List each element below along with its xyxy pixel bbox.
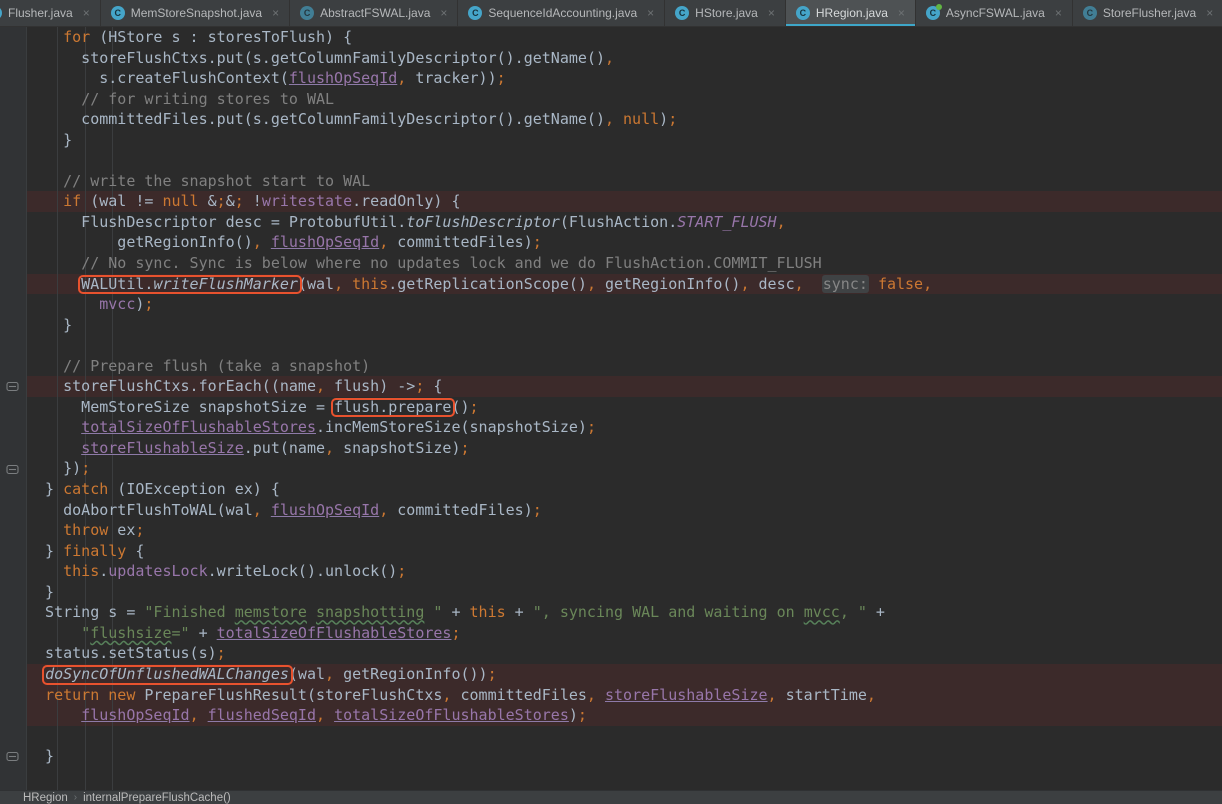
breadcrumb[interactable]: HRegion › internalPrepareFlushCache()	[0, 790, 1222, 804]
close-icon[interactable]: ×	[896, 6, 907, 20]
code-line-text: s.createFlushContext(flushOpSeqId, track…	[27, 68, 506, 89]
code-line-text: // Prepare flush (take a snapshot)	[27, 356, 370, 377]
code-line-text: doSyncOfUnflushedWALChanges(wal, getRegi…	[27, 664, 497, 685]
code-line-text: flushOpSeqId, flushedSeqId, totalSizeOfF…	[27, 705, 587, 726]
code-line-text: totalSizeOfFlushableStores.incMemStoreSi…	[27, 417, 596, 438]
code-line-text: storeFlushCtxs.put(s.getColumnFamilyDesc…	[27, 48, 614, 69]
breadcrumb-item[interactable]: HRegion	[23, 791, 68, 804]
java-class-icon: C	[111, 6, 125, 20]
code-line-text: } catch (IOException ex) {	[27, 479, 280, 500]
code-line-text: this.updatesLock.writeLock().unlock();	[27, 561, 406, 582]
editor-tab-bar[interactable]: C Flusher.java × C MemStoreSnapshot.java × C Ab…	[0, 0, 1222, 27]
editor-tab-label: StoreFlusher.java	[1103, 0, 1196, 27]
java-class-icon: C	[0, 6, 2, 20]
code-line-text: MemStoreSize snapshotSize = flush.prepar…	[27, 397, 479, 418]
java-test-class-icon: C	[926, 6, 940, 20]
code-line-text: return new PrepareFlushResult(storeFlush…	[27, 685, 876, 706]
code-line-text: WALUtil.writeFlushMarker(wal, this.getRe…	[27, 274, 932, 295]
code-line-text: if (wal != null &;&; !writestate.readOnl…	[27, 191, 461, 212]
editor-tab-label: Flusher.java	[8, 0, 73, 27]
code-line-text: String s = "Finished memstore snapshotti…	[27, 602, 885, 623]
code-line-text: throw ex;	[27, 520, 144, 541]
code-line-text: "flushsize=" + totalSizeOfFlushableStore…	[27, 623, 461, 644]
java-class-icon: C	[796, 6, 810, 20]
code-line-text: storeFlushCtxs.forEach((name, flush) ->;…	[27, 376, 442, 397]
editor-gutter[interactable]	[0, 27, 27, 790]
close-icon[interactable]: ×	[1053, 6, 1064, 20]
java-abstract-class-icon: C	[300, 6, 314, 20]
code-line-text: status.setStatus(s);	[27, 643, 226, 664]
close-icon[interactable]: ×	[81, 6, 92, 20]
fold-collapse-icon[interactable]	[6, 380, 19, 393]
java-class-icon: C	[468, 6, 482, 20]
editor-tab-label: AbstractFSWAL.java	[320, 0, 430, 27]
editor-tab-memstoresnapshot[interactable]: C MemStoreSnapshot.java ×	[101, 0, 290, 26]
code-line-text: }	[27, 130, 72, 151]
fold-collapse-icon[interactable]	[6, 750, 19, 763]
editor-tab-label: SequenceIdAccounting.java	[488, 0, 637, 27]
code-line-text: storeFlushableSize.put(name, snapshotSiz…	[27, 438, 470, 459]
code-line-text: getRegionInfo(), flushOpSeqId, committed…	[27, 232, 542, 253]
editor-tab-label: HStore.java	[695, 0, 758, 27]
editor-tab-flusher[interactable]: C Flusher.java ×	[0, 0, 101, 26]
editor-tab-hstore[interactable]: C HStore.java ×	[665, 0, 786, 26]
editor-tab-sequenceidaccounting[interactable]: C SequenceIdAccounting.java ×	[458, 0, 665, 26]
code-line-text: });	[27, 458, 90, 479]
code-line-text: mvcc);	[27, 294, 153, 315]
code-line-text: }	[27, 315, 72, 336]
code-line-text: // No sync. Sync is below where no updat…	[27, 253, 822, 274]
code-editor[interactable]: for (HStore s : storesToFlush) { storeFl…	[0, 27, 1222, 790]
java-class-icon: C	[675, 6, 689, 20]
editor-tab-label: AsyncFSWAL.java	[946, 0, 1045, 27]
editor-tab-label: HRegion.java	[816, 0, 888, 27]
code-line-text: } finally {	[27, 541, 144, 562]
code-line-text: doAbortFlushToWAL(wal, flushOpSeqId, com…	[27, 500, 542, 521]
editor-tab-abstractfswal[interactable]: C AbstractFSWAL.java ×	[290, 0, 458, 26]
close-icon[interactable]: ×	[1204, 6, 1215, 20]
code-line-text: // write the snapshot start to WAL	[27, 171, 370, 192]
java-abstract-class-icon: C	[1083, 6, 1097, 20]
editor-tab-asyncfswal[interactable]: C AsyncFSWAL.java ×	[916, 0, 1073, 26]
fold-collapse-icon[interactable]	[6, 463, 19, 476]
breadcrumb-separator-icon: ›	[74, 792, 77, 803]
code-line-text: FlushDescriptor desc = ProtobufUtil.toFl…	[27, 212, 786, 233]
code-line-text: committedFiles.put(s.getColumnFamilyDesc…	[27, 109, 677, 130]
code-line-text: }	[27, 746, 54, 767]
close-icon[interactable]: ×	[645, 6, 656, 20]
editor-tab-label: MemStoreSnapshot.java	[131, 0, 262, 27]
breadcrumb-item[interactable]: internalPrepareFlushCache()	[83, 791, 231, 804]
parameter-hint: sync:	[822, 275, 869, 293]
code-line-text: // for writing stores to WAL	[27, 89, 334, 110]
editor-tab-storeflusher[interactable]: C StoreFlusher.java ×	[1073, 0, 1222, 26]
code-line-text: for (HStore s : storesToFlush) {	[27, 27, 352, 48]
close-icon[interactable]: ×	[438, 6, 449, 20]
code-line-text: }	[27, 582, 54, 603]
close-icon[interactable]: ×	[766, 6, 777, 20]
editor-tab-hregion[interactable]: C HRegion.java ×	[786, 0, 916, 26]
close-icon[interactable]: ×	[270, 6, 281, 20]
